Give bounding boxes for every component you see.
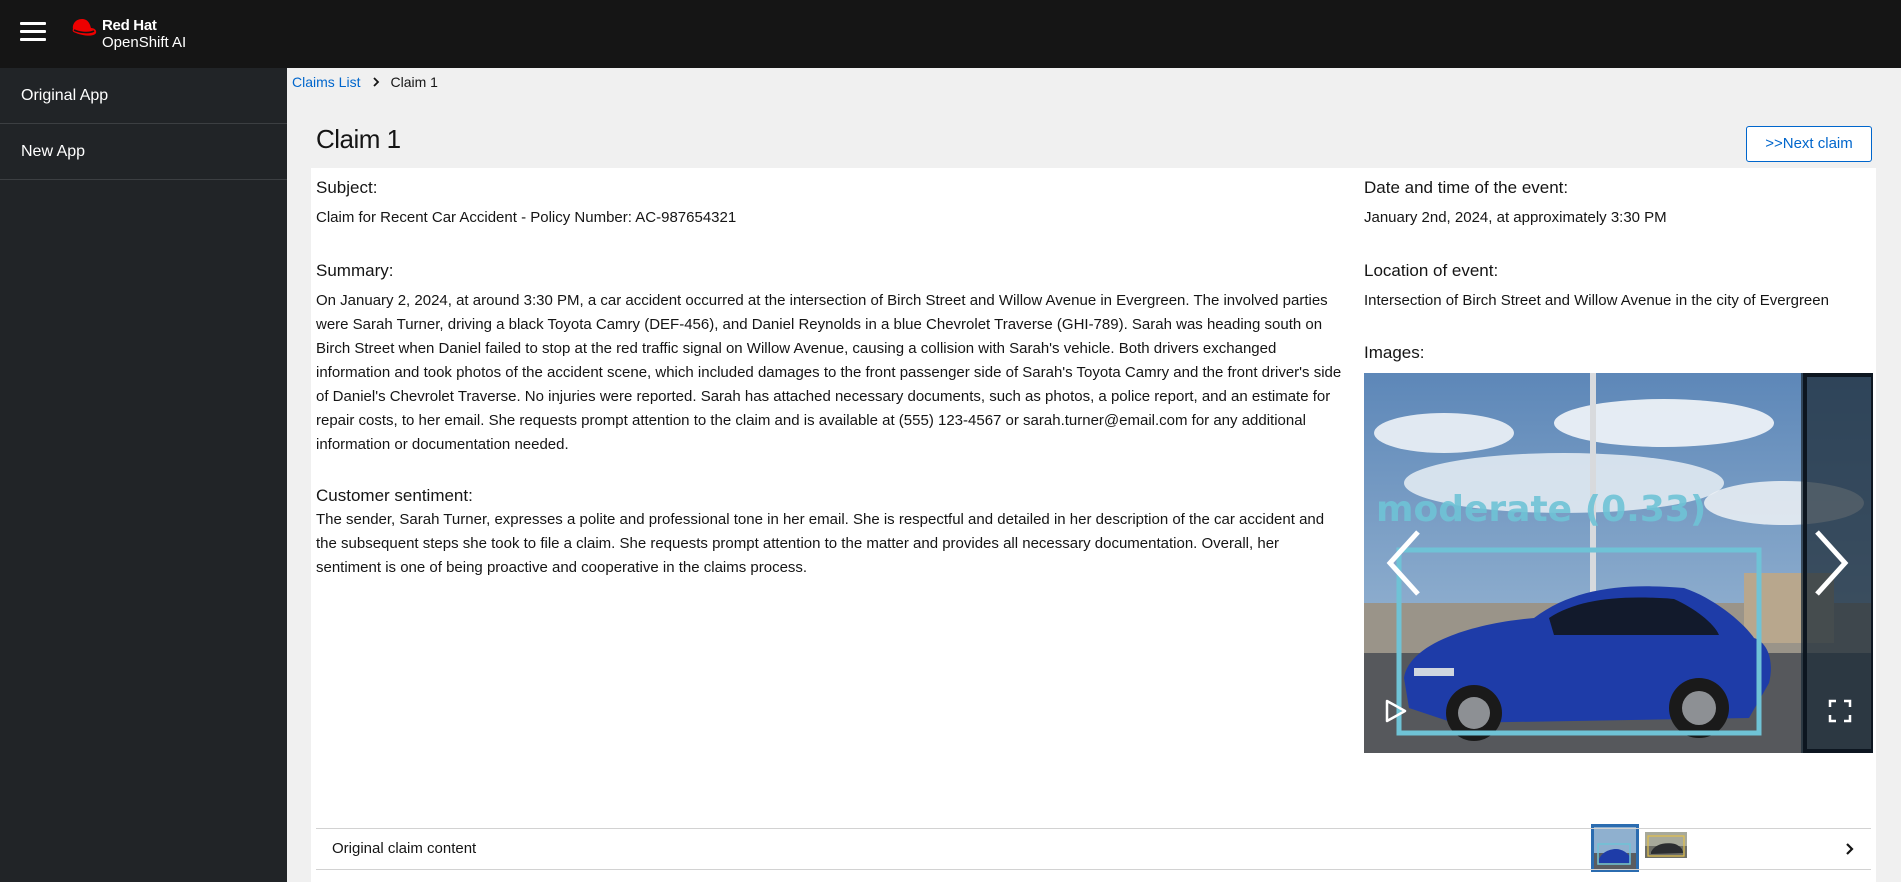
location-value: Intersection of Birch Street and Willow … <box>1364 292 1829 309</box>
chevron-right-icon[interactable] <box>1811 528 1851 598</box>
hamburger-icon[interactable] <box>20 21 46 43</box>
red-hat-logo-icon <box>72 19 97 36</box>
next-claim-button[interactable]: >>Next claim <box>1746 126 1872 162</box>
images-label: Images: <box>1364 343 1425 362</box>
location-label: Location of event: <box>1364 261 1499 280</box>
image-carousel[interactable]: moderate (0.33) <box>1364 373 1873 753</box>
subject-label: Subject: <box>316 178 378 197</box>
sidebar-item-new-app[interactable]: New App <box>0 124 287 180</box>
chevron-right-icon <box>1846 843 1854 855</box>
date-value: January 2nd, 2024, at approximately 3:30… <box>1364 209 1667 226</box>
brand-name: Red Hat <box>102 17 157 34</box>
main-content: Claims List Claim 1 Claim 1 >>Next claim… <box>287 68 1901 882</box>
masthead: Red Hat OpenShift AI <box>0 0 1901 68</box>
subject-value: Claim for Recent Car Accident - Policy N… <box>316 209 737 226</box>
sidebar-item-original-app[interactable]: Original App <box>0 68 287 124</box>
fullscreen-icon[interactable] <box>1828 699 1852 723</box>
page-title: Claim 1 <box>316 124 401 154</box>
claim-card: Subject: Claim for Recent Car Accident -… <box>311 168 1876 882</box>
claim-photo: moderate (0.33) <box>1364 373 1873 753</box>
original-claim-accordion[interactable]: Original claim content <box>316 828 1871 870</box>
summary-label: Summary: <box>316 261 394 280</box>
summary-value: On January 2, 2024, at around 3:30 PM, a… <box>316 292 1342 453</box>
breadcrumb-current: Claim 1 <box>390 74 438 90</box>
breadcrumb: Claims List Claim 1 <box>292 74 438 90</box>
chevron-left-icon[interactable] <box>1384 528 1424 598</box>
accordion-label: Original claim content <box>332 840 477 857</box>
sentiment-value: The sender, Sarah Turner, expresses a po… <box>316 511 1325 576</box>
chevron-right-icon <box>373 77 380 87</box>
detection-label: moderate (0.33) <box>1376 489 1706 530</box>
breadcrumb-claims-list-link[interactable]: Claims List <box>292 74 360 90</box>
play-icon[interactable] <box>1384 698 1408 724</box>
product-name: OpenShift AI <box>102 34 187 51</box>
date-label: Date and time of the event: <box>1364 178 1569 197</box>
sidebar-nav: Original App New App <box>0 68 287 882</box>
sentiment-label: Customer sentiment: <box>316 486 473 505</box>
